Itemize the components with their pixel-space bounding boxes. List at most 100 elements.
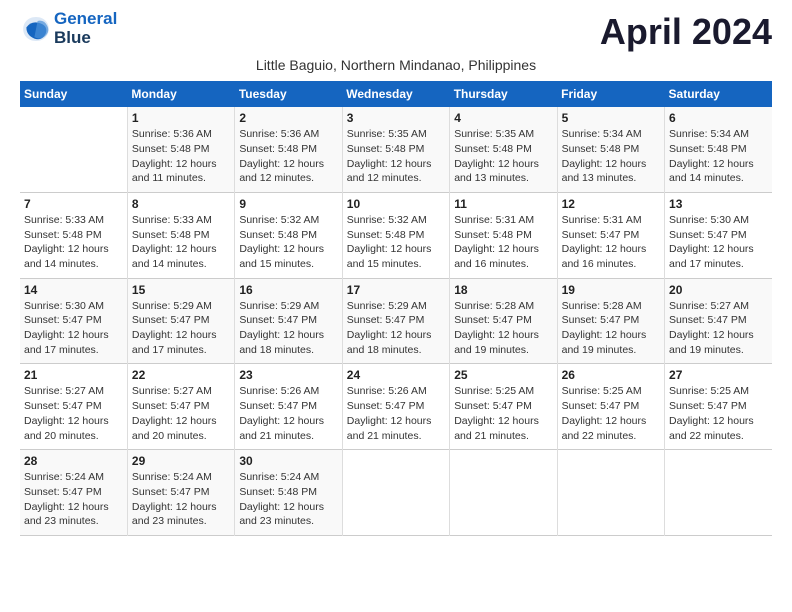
- calendar-week-5: 28 Sunrise: 5:24 AMSunset: 5:47 PMDaylig…: [20, 450, 772, 536]
- calendar-day: 17 Sunrise: 5:29 AMSunset: 5:47 PMDaylig…: [342, 278, 449, 364]
- day-number: 18: [454, 283, 552, 297]
- day-number: 3: [347, 111, 445, 125]
- col-monday: Monday: [127, 81, 234, 107]
- calendar-day: 8 Sunrise: 5:33 AMSunset: 5:48 PMDayligh…: [127, 192, 234, 278]
- day-number: 17: [347, 283, 445, 297]
- day-number: 10: [347, 197, 445, 211]
- calendar-day: 11 Sunrise: 5:31 AMSunset: 5:48 PMDaylig…: [450, 192, 557, 278]
- header-row: Sunday Monday Tuesday Wednesday Thursday…: [20, 81, 772, 107]
- calendar-day: 14 Sunrise: 5:30 AMSunset: 5:47 PMDaylig…: [20, 278, 127, 364]
- col-thursday: Thursday: [450, 81, 557, 107]
- calendar-week-2: 7 Sunrise: 5:33 AMSunset: 5:48 PMDayligh…: [20, 192, 772, 278]
- day-info: Sunrise: 5:34 AMSunset: 5:48 PMDaylight:…: [669, 127, 768, 186]
- day-number: 13: [669, 197, 768, 211]
- day-info: Sunrise: 5:27 AMSunset: 5:47 PMDaylight:…: [669, 299, 768, 358]
- day-number: 4: [454, 111, 552, 125]
- calendar-day: 7 Sunrise: 5:33 AMSunset: 5:48 PMDayligh…: [20, 192, 127, 278]
- day-number: 30: [239, 454, 337, 468]
- calendar-day: 20 Sunrise: 5:27 AMSunset: 5:47 PMDaylig…: [665, 278, 772, 364]
- day-number: 16: [239, 283, 337, 297]
- day-info: Sunrise: 5:25 AMSunset: 5:47 PMDaylight:…: [669, 384, 768, 443]
- calendar-day: 25 Sunrise: 5:25 AMSunset: 5:47 PMDaylig…: [450, 364, 557, 450]
- day-number: 19: [562, 283, 660, 297]
- col-saturday: Saturday: [665, 81, 772, 107]
- day-number: 6: [669, 111, 768, 125]
- calendar-week-3: 14 Sunrise: 5:30 AMSunset: 5:47 PMDaylig…: [20, 278, 772, 364]
- calendar-day: 28 Sunrise: 5:24 AMSunset: 5:47 PMDaylig…: [20, 450, 127, 536]
- header: General Blue April 2024: [20, 10, 772, 53]
- day-info: Sunrise: 5:33 AMSunset: 5:48 PMDaylight:…: [24, 213, 123, 272]
- day-info: Sunrise: 5:28 AMSunset: 5:47 PMDaylight:…: [454, 299, 552, 358]
- calendar-day: 16 Sunrise: 5:29 AMSunset: 5:47 PMDaylig…: [235, 278, 342, 364]
- calendar-day: 5 Sunrise: 5:34 AMSunset: 5:48 PMDayligh…: [557, 107, 664, 192]
- day-number: 24: [347, 368, 445, 382]
- day-info: Sunrise: 5:29 AMSunset: 5:47 PMDaylight:…: [239, 299, 337, 358]
- calendar-table: Sunday Monday Tuesday Wednesday Thursday…: [20, 81, 772, 536]
- calendar-day: 6 Sunrise: 5:34 AMSunset: 5:48 PMDayligh…: [665, 107, 772, 192]
- calendar-day: [20, 107, 127, 192]
- day-number: 7: [24, 197, 123, 211]
- day-number: 15: [132, 283, 230, 297]
- day-info: Sunrise: 5:35 AMSunset: 5:48 PMDaylight:…: [454, 127, 552, 186]
- calendar-day: [450, 450, 557, 536]
- day-number: 23: [239, 368, 337, 382]
- day-info: Sunrise: 5:24 AMSunset: 5:48 PMDaylight:…: [239, 470, 337, 529]
- day-number: 1: [132, 111, 230, 125]
- calendar-day: 26 Sunrise: 5:25 AMSunset: 5:47 PMDaylig…: [557, 364, 664, 450]
- day-info: Sunrise: 5:26 AMSunset: 5:47 PMDaylight:…: [239, 384, 337, 443]
- day-info: Sunrise: 5:32 AMSunset: 5:48 PMDaylight:…: [347, 213, 445, 272]
- calendar-day: 13 Sunrise: 5:30 AMSunset: 5:47 PMDaylig…: [665, 192, 772, 278]
- calendar-day: 9 Sunrise: 5:32 AMSunset: 5:48 PMDayligh…: [235, 192, 342, 278]
- calendar-day: [557, 450, 664, 536]
- day-info: Sunrise: 5:36 AMSunset: 5:48 PMDaylight:…: [132, 127, 230, 186]
- day-number: 27: [669, 368, 768, 382]
- day-number: 14: [24, 283, 123, 297]
- day-info: Sunrise: 5:34 AMSunset: 5:48 PMDaylight:…: [562, 127, 660, 186]
- calendar-day: 4 Sunrise: 5:35 AMSunset: 5:48 PMDayligh…: [450, 107, 557, 192]
- col-friday: Friday: [557, 81, 664, 107]
- day-info: Sunrise: 5:29 AMSunset: 5:47 PMDaylight:…: [347, 299, 445, 358]
- day-info: Sunrise: 5:27 AMSunset: 5:47 PMDaylight:…: [132, 384, 230, 443]
- col-wednesday: Wednesday: [342, 81, 449, 107]
- calendar-day: 18 Sunrise: 5:28 AMSunset: 5:47 PMDaylig…: [450, 278, 557, 364]
- col-tuesday: Tuesday: [235, 81, 342, 107]
- day-info: Sunrise: 5:31 AMSunset: 5:47 PMDaylight:…: [562, 213, 660, 272]
- day-number: 26: [562, 368, 660, 382]
- title-area: April 2024: [600, 10, 772, 53]
- subtitle: Little Baguio, Northern Mindanao, Philip…: [20, 57, 772, 73]
- day-number: 21: [24, 368, 123, 382]
- day-info: Sunrise: 5:25 AMSunset: 5:47 PMDaylight:…: [562, 384, 660, 443]
- month-title: April 2024: [600, 10, 772, 53]
- day-number: 9: [239, 197, 337, 211]
- calendar-day: 27 Sunrise: 5:25 AMSunset: 5:47 PMDaylig…: [665, 364, 772, 450]
- calendar-day: 19 Sunrise: 5:28 AMSunset: 5:47 PMDaylig…: [557, 278, 664, 364]
- calendar-day: 24 Sunrise: 5:26 AMSunset: 5:47 PMDaylig…: [342, 364, 449, 450]
- calendar-day: [665, 450, 772, 536]
- calendar-week-4: 21 Sunrise: 5:27 AMSunset: 5:47 PMDaylig…: [20, 364, 772, 450]
- calendar-day: 22 Sunrise: 5:27 AMSunset: 5:47 PMDaylig…: [127, 364, 234, 450]
- day-number: 20: [669, 283, 768, 297]
- day-number: 5: [562, 111, 660, 125]
- day-info: Sunrise: 5:30 AMSunset: 5:47 PMDaylight:…: [24, 299, 123, 358]
- calendar-day: 2 Sunrise: 5:36 AMSunset: 5:48 PMDayligh…: [235, 107, 342, 192]
- day-info: Sunrise: 5:30 AMSunset: 5:47 PMDaylight:…: [669, 213, 768, 272]
- day-number: 29: [132, 454, 230, 468]
- day-info: Sunrise: 5:32 AMSunset: 5:48 PMDaylight:…: [239, 213, 337, 272]
- day-info: Sunrise: 5:24 AMSunset: 5:47 PMDaylight:…: [24, 470, 123, 529]
- day-number: 8: [132, 197, 230, 211]
- day-number: 28: [24, 454, 123, 468]
- day-info: Sunrise: 5:24 AMSunset: 5:47 PMDaylight:…: [132, 470, 230, 529]
- day-info: Sunrise: 5:28 AMSunset: 5:47 PMDaylight:…: [562, 299, 660, 358]
- day-info: Sunrise: 5:35 AMSunset: 5:48 PMDaylight:…: [347, 127, 445, 186]
- day-info: Sunrise: 5:36 AMSunset: 5:48 PMDaylight:…: [239, 127, 337, 186]
- calendar-day: [342, 450, 449, 536]
- calendar-day: 21 Sunrise: 5:27 AMSunset: 5:47 PMDaylig…: [20, 364, 127, 450]
- day-number: 2: [239, 111, 337, 125]
- calendar-day: 29 Sunrise: 5:24 AMSunset: 5:47 PMDaylig…: [127, 450, 234, 536]
- day-number: 25: [454, 368, 552, 382]
- day-info: Sunrise: 5:33 AMSunset: 5:48 PMDaylight:…: [132, 213, 230, 272]
- day-info: Sunrise: 5:31 AMSunset: 5:48 PMDaylight:…: [454, 213, 552, 272]
- calendar-day: 3 Sunrise: 5:35 AMSunset: 5:48 PMDayligh…: [342, 107, 449, 192]
- day-info: Sunrise: 5:26 AMSunset: 5:47 PMDaylight:…: [347, 384, 445, 443]
- day-number: 12: [562, 197, 660, 211]
